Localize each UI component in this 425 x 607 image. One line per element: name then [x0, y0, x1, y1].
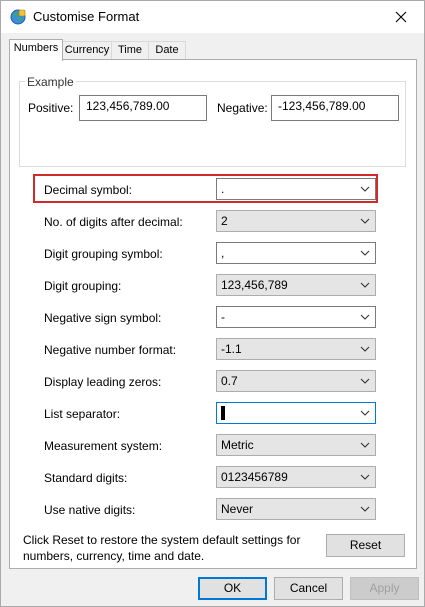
list-separator-value[interactable]	[221, 406, 225, 421]
reset-button[interactable]: Reset	[326, 534, 405, 557]
use-native-digits-label: Use native digits:	[44, 503, 136, 517]
chevron-down-icon	[360, 218, 370, 224]
cancel-button[interactable]: Cancel	[274, 577, 343, 600]
measurement-system-value: Metric	[221, 438, 254, 452]
digit-grouping-value: 123,456,789	[221, 278, 288, 292]
use-native-digits-combo[interactable]: Never	[216, 498, 376, 520]
measurement-system-combo[interactable]: Metric	[216, 434, 376, 456]
display-leading-zeros-value: 0.7	[221, 374, 238, 388]
negative-number-format-combo[interactable]: -1.1	[216, 338, 376, 360]
close-icon[interactable]	[395, 11, 407, 23]
apply-button[interactable]: Apply	[350, 577, 419, 600]
negative-sign-symbol-label: Negative sign symbol:	[44, 311, 162, 325]
digits-after-decimal-value: 2	[221, 214, 228, 228]
chevron-down-icon	[360, 250, 370, 256]
digit-grouping-symbol-label: Digit grouping symbol:	[44, 247, 163, 261]
tab-date[interactable]: Date	[148, 41, 186, 60]
negative-example-field: -123,456,789.00	[271, 95, 399, 121]
digit-grouping-symbol-value: ,	[221, 246, 225, 260]
text-cursor	[221, 406, 225, 420]
digit-grouping-symbol-combo[interactable]: ,	[216, 242, 376, 264]
chevron-down-icon	[360, 410, 370, 416]
list-separator-combo[interactable]	[216, 402, 376, 424]
measurement-system-label: Measurement system:	[44, 439, 163, 453]
chevron-down-icon	[360, 442, 370, 448]
chevron-down-icon	[360, 282, 370, 288]
display-leading-zeros-combo[interactable]: 0.7	[216, 370, 376, 392]
negative-number-format-label: Negative number format:	[44, 343, 177, 357]
chevron-down-icon	[360, 314, 370, 320]
digits-after-decimal-label: No. of digits after decimal:	[44, 215, 183, 229]
positive-example-field: 123,456,789.00	[79, 95, 207, 121]
tab-numbers[interactable]: Numbers	[9, 39, 63, 61]
reset-note: Click Reset to restore the system defaul…	[23, 533, 301, 563]
chevron-down-icon	[360, 346, 370, 352]
example-groupbox	[19, 81, 406, 167]
close-button[interactable]	[378, 1, 424, 33]
standard-digits-value: 0123456789	[221, 470, 288, 484]
standard-digits-label: Standard digits:	[44, 471, 128, 485]
window-title: Customise Format	[33, 9, 140, 24]
digits-after-decimal-combo[interactable]: 2	[216, 210, 376, 232]
negative-sign-symbol-value: -	[221, 310, 225, 324]
ok-button[interactable]: OK	[198, 577, 267, 600]
example-legend: Example	[25, 75, 76, 89]
use-native-digits-value: Never	[221, 502, 254, 516]
tab-currency[interactable]: Currency	[62, 41, 112, 60]
standard-digits-combo[interactable]: 0123456789	[216, 466, 376, 488]
chevron-down-icon	[360, 506, 370, 512]
display-leading-zeros-label: Display leading zeros:	[44, 375, 162, 389]
tab-time[interactable]: Time	[111, 41, 149, 60]
negative-label: Negative:	[217, 101, 268, 115]
digit-grouping-combo[interactable]: 123,456,789	[216, 274, 376, 296]
globe-icon	[10, 9, 26, 25]
chevron-down-icon	[360, 474, 370, 480]
customise-format-dialog: Customise Format Numbers Currency Time D…	[0, 0, 425, 607]
title-bar: Customise Format	[1, 1, 424, 33]
digit-grouping-label: Digit grouping:	[44, 279, 122, 293]
decimal-symbol-highlight	[33, 174, 378, 203]
positive-label: Positive:	[28, 101, 74, 115]
chevron-down-icon	[360, 378, 370, 384]
negative-number-format-value: -1.1	[221, 342, 242, 356]
negative-sign-symbol-combo[interactable]: -	[216, 306, 376, 328]
list-separator-label: List separator:	[44, 407, 121, 421]
